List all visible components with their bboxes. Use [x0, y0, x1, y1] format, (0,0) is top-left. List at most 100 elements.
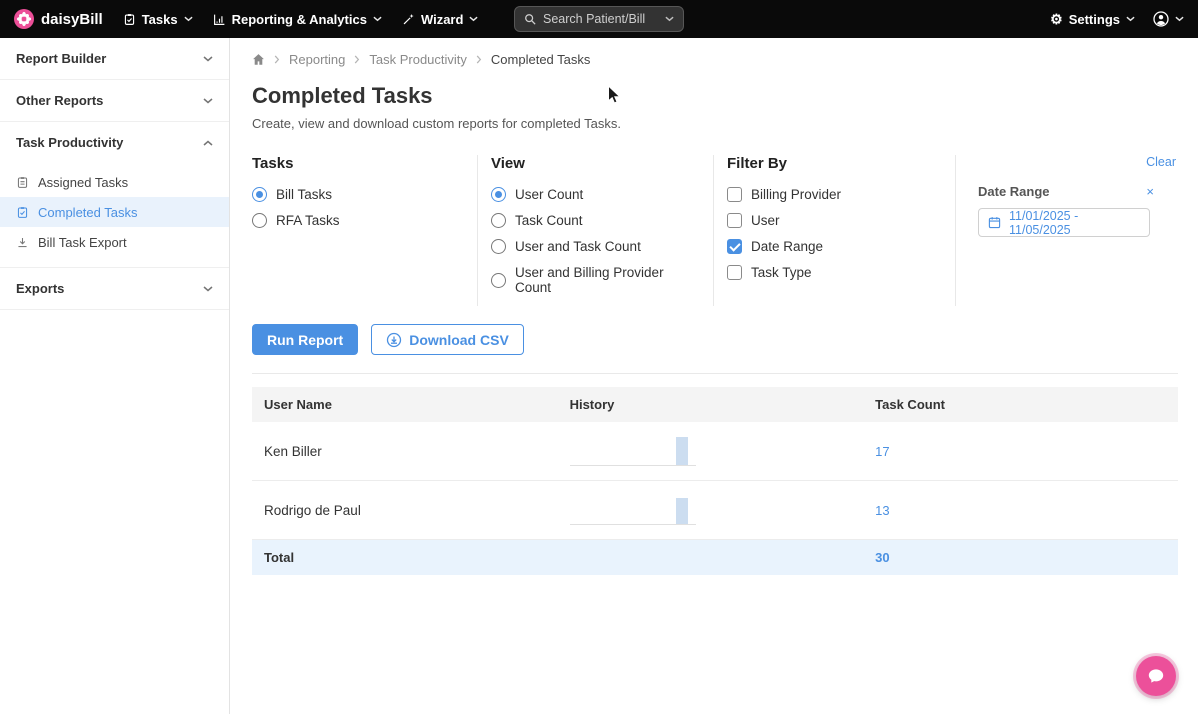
sidebar-section-other-reports[interactable]: Other Reports [0, 80, 229, 122]
column-header-task-count: Task Count [863, 387, 1178, 422]
chevron-down-icon [203, 286, 213, 292]
sidebar-section-label: Task Productivity [16, 135, 123, 150]
table-row: Ken Biller 17 [252, 422, 1178, 481]
sidebar-section-label: Report Builder [16, 51, 106, 66]
checkbox-date-range[interactable]: Date Range [727, 239, 939, 254]
actions-row: Run Report Download CSV [252, 324, 1178, 355]
task-count-link[interactable]: 13 [875, 503, 889, 518]
table-total-row: Total 30 [252, 540, 1178, 576]
breadcrumb-reporting[interactable]: Reporting [289, 52, 345, 67]
search-icon [524, 13, 536, 25]
sidebar-section-task-productivity[interactable]: Task Productivity [0, 122, 229, 163]
search-input[interactable]: Search Patient/Bill [514, 6, 684, 32]
settings-menu[interactable]: ⚙ Settings [1050, 12, 1135, 27]
sidebar-item-completed-tasks[interactable]: Completed Tasks [0, 197, 229, 227]
radio-user-count[interactable]: User Count [491, 187, 697, 202]
tasks-column: Tasks Bill Tasks RFA Tasks [252, 155, 478, 306]
clear-filters-link[interactable]: Clear [1146, 155, 1176, 169]
history-sparkline [570, 495, 696, 525]
checkbox-label: Task Type [751, 265, 812, 280]
radio-task-count[interactable]: Task Count [491, 213, 697, 228]
cloud-download-icon [386, 332, 402, 348]
nav-tasks-menu[interactable]: Tasks [123, 12, 193, 27]
main-content: Reporting Task Productivity Completed Ta… [230, 38, 1198, 714]
radio-icon [491, 239, 506, 254]
account-menu[interactable] [1153, 11, 1184, 27]
sidebar-item-bill-task-export[interactable]: Bill Task Export [0, 227, 229, 257]
tasks-heading: Tasks [252, 155, 461, 172]
radio-icon [491, 273, 506, 288]
date-range-label: Date Range [978, 184, 1050, 199]
date-range-column: Clear Date Range × 11/01/2025 - 11/05/20… [956, 155, 1178, 306]
history-sparkline [570, 436, 696, 466]
column-header-user-name: User Name [252, 387, 558, 422]
sidebar-item-label: Assigned Tasks [38, 175, 128, 190]
download-icon [16, 236, 29, 249]
app-screen: daisyBill Tasks Reporting & Analytics Wi… [0, 0, 1198, 714]
radio-icon [252, 187, 267, 202]
total-label: Total [252, 540, 558, 576]
results-table-container: User Name History Task Count Ken Biller … [252, 373, 1178, 575]
sidebar-section-label: Other Reports [16, 93, 103, 108]
date-range-input[interactable]: 11/01/2025 - 11/05/2025 [978, 208, 1150, 237]
sidebar-section-label: Exports [16, 281, 64, 296]
checkbox-task-type[interactable]: Task Type [727, 265, 939, 280]
total-history-cell [558, 540, 864, 576]
checkbox-billing-provider[interactable]: Billing Provider [727, 187, 939, 202]
chevron-down-icon [184, 16, 193, 22]
radio-user-and-task-count[interactable]: User and Task Count [491, 239, 697, 254]
radio-label: User Count [515, 187, 583, 202]
sidebar-section-exports[interactable]: Exports [0, 268, 229, 310]
sparkline-bar [676, 498, 688, 524]
sidebar-section-report-builder[interactable]: Report Builder [0, 38, 229, 80]
chevron-down-icon[interactable] [665, 16, 674, 22]
clipboard-icon [16, 176, 29, 189]
chevron-down-icon [469, 16, 478, 22]
daisybill-logo[interactable]: daisyBill [14, 9, 103, 29]
chevron-down-icon [203, 98, 213, 104]
close-icon[interactable]: × [1146, 185, 1154, 198]
chart-icon [213, 13, 226, 26]
sidebar: Report Builder Other Reports Task Produc… [0, 38, 230, 714]
chat-launcher-button[interactable] [1136, 656, 1176, 696]
radio-icon [491, 213, 506, 228]
chevron-down-icon [1175, 16, 1184, 22]
checkbox-icon [727, 213, 742, 228]
nav-reporting-menu[interactable]: Reporting & Analytics [213, 12, 382, 27]
filter-by-column: Filter By Billing Provider User Date Ran… [714, 155, 956, 306]
task-count-link[interactable]: 17 [875, 444, 889, 459]
date-range-value: 11/01/2025 - 11/05/2025 [1009, 209, 1140, 237]
nav-wizard-menu[interactable]: Wizard [402, 12, 479, 27]
wand-icon [402, 13, 415, 26]
nav-wizard-label: Wizard [421, 12, 464, 27]
radio-label: RFA Tasks [276, 213, 340, 228]
filter-by-heading: Filter By [727, 155, 939, 172]
sidebar-item-assigned-tasks[interactable]: Assigned Tasks [0, 167, 229, 197]
chevron-up-icon [203, 140, 213, 146]
sidebar-item-label: Completed Tasks [38, 205, 137, 220]
radio-bill-tasks[interactable]: Bill Tasks [252, 187, 461, 202]
chevron-down-icon [203, 56, 213, 62]
breadcrumb-task-productivity[interactable]: Task Productivity [369, 52, 467, 67]
chat-bubble-icon [1147, 667, 1165, 685]
checkbox-icon [727, 265, 742, 280]
checkbox-label: Billing Provider [751, 187, 841, 202]
user-name-cell: Ken Biller [252, 422, 558, 481]
radio-rfa-tasks[interactable]: RFA Tasks [252, 213, 461, 228]
checkbox-checked-icon [727, 239, 742, 254]
top-navbar: daisyBill Tasks Reporting & Analytics Wi… [0, 0, 1198, 38]
checkbox-label: User [751, 213, 780, 228]
checkbox-icon [727, 187, 742, 202]
radio-user-and-billing-provider-count[interactable]: User and Billing Provider Count [491, 265, 697, 295]
chevron-down-icon [1126, 16, 1135, 22]
date-range-label-row: Date Range × [978, 184, 1162, 199]
chevron-down-icon [373, 16, 382, 22]
download-csv-button[interactable]: Download CSV [371, 324, 524, 355]
history-cell [558, 481, 864, 540]
user-name-cell: Rodrigo de Paul [252, 481, 558, 540]
nav-tasks-label: Tasks [142, 12, 178, 27]
run-report-button[interactable]: Run Report [252, 324, 358, 355]
checkbox-user[interactable]: User [727, 213, 939, 228]
home-icon[interactable] [252, 53, 265, 66]
results-table: User Name History Task Count Ken Biller … [252, 387, 1178, 575]
